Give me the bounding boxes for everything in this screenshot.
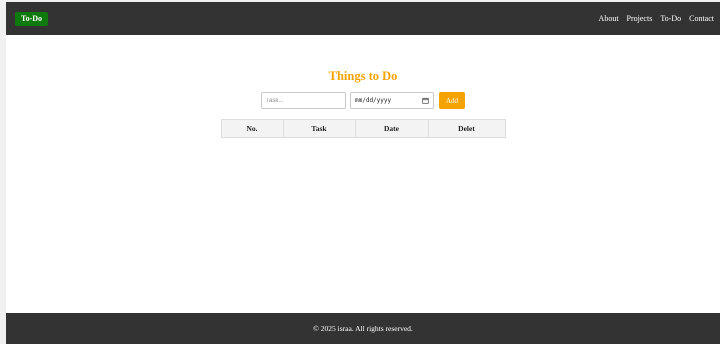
todo-table: No. Task Date Delet — [220, 119, 506, 138]
main-content: Things to Do mm/dd/yyyy Add No. Task Dat — [6, 35, 720, 313]
page-title: Things to Do — [328, 69, 398, 83]
nav-link-projects[interactable]: Projects — [627, 14, 653, 23]
date-input[interactable]: mm/dd/yyyy — [350, 92, 434, 109]
task-input[interactable] — [261, 92, 346, 109]
task-form: mm/dd/yyyy Add — [261, 92, 465, 109]
add-button[interactable]: Add — [439, 92, 465, 109]
footer: © 2025 israa. All rights reserved. — [6, 313, 720, 344]
column-header-number: No. — [220, 119, 284, 138]
navbar: To-Do About Projects To-Do Contact — [6, 2, 720, 35]
calendar-icon[interactable] — [422, 97, 429, 104]
brand-logo[interactable]: To-Do — [15, 11, 49, 26]
nav-link-contact[interactable]: Contact — [689, 14, 714, 23]
table-header-row: No. Task Date Delet — [220, 119, 506, 138]
column-header-delete: Delet — [427, 119, 506, 138]
column-header-task: Task — [282, 119, 356, 138]
nav-link-todo[interactable]: To-Do — [660, 14, 681, 23]
nav-links: About Projects To-Do Contact — [599, 14, 714, 23]
footer-copyright: © 2025 israa. All rights reserved. — [313, 324, 413, 333]
nav-link-about[interactable]: About — [599, 14, 619, 23]
column-header-date: Date — [354, 119, 429, 138]
date-placeholder: mm/dd/yyyy — [355, 97, 392, 104]
page: To-Do About Projects To-Do Contact Thing… — [6, 2, 720, 344]
